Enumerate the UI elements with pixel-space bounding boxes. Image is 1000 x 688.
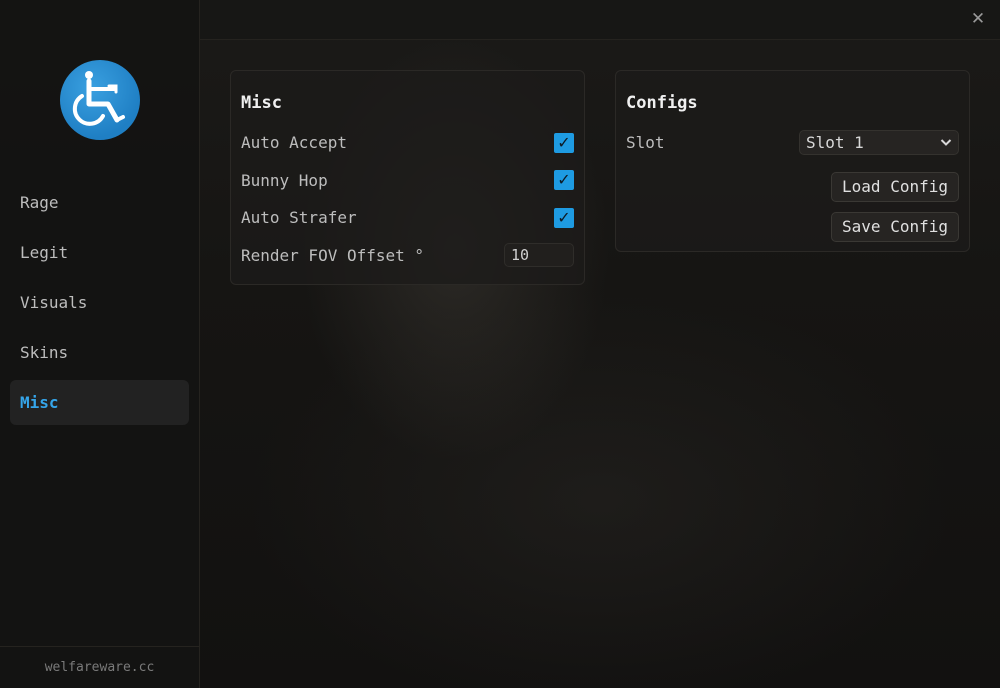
check-icon: ✓ [557,170,571,189]
sidebar-item-label: Rage [20,193,59,212]
title-bar: ✕ [200,0,1000,40]
check-icon: ✓ [557,208,571,227]
sidebar: Rage Legit Visuals Skins Misc welfarewar… [0,0,200,688]
sidebar-item-legit[interactable]: Legit [10,230,189,275]
logo [60,60,140,140]
save-config-button[interactable]: Save Config [831,212,959,242]
configs-panel: Configs Slot Slot 1 Load Config Save Con… [615,70,970,252]
sidebar-item-label: Visuals [20,293,88,312]
sidebar-item-label: Legit [20,243,69,262]
slot-select-value: Slot 1 [806,133,864,152]
auto-accept-checkbox[interactable]: ✓ [554,133,574,153]
sidebar-item-label: Skins [20,343,69,362]
auto-strafer-label: Auto Strafer [241,208,357,227]
sidebar-item-misc[interactable]: Misc [10,380,189,425]
sidebar-item-label: Misc [20,393,59,412]
misc-panel: Misc Auto Accept ✓ Bunny Hop ✓ Auto Stra… [230,70,585,285]
bunny-hop-checkbox[interactable]: ✓ [554,170,574,190]
panel-title: Configs [626,93,698,113]
bunny-hop-label: Bunny Hop [241,171,328,190]
panel-title: Misc [241,93,282,113]
close-icon: ✕ [970,9,986,29]
render-fov-label: Render FOV Offset ° [241,246,425,265]
check-icon: ✓ [557,133,571,152]
wheelchair-icon [72,71,125,126]
load-config-button[interactable]: Load Config [831,172,959,202]
slot-label: Slot [626,133,665,152]
sidebar-item-rage[interactable]: Rage [10,180,189,225]
auto-accept-label: Auto Accept [241,133,347,152]
close-button[interactable]: ✕ [968,8,988,30]
slot-select[interactable]: Slot 1 [799,130,959,155]
sidebar-item-visuals[interactable]: Visuals [10,280,189,325]
chevron-down-icon [940,139,952,146]
render-fov-input[interactable]: 10 [504,243,574,267]
sidebar-item-skins[interactable]: Skins [10,330,189,375]
sidebar-footer: welfareware.cc [0,646,199,688]
auto-strafer-checkbox[interactable]: ✓ [554,208,574,228]
